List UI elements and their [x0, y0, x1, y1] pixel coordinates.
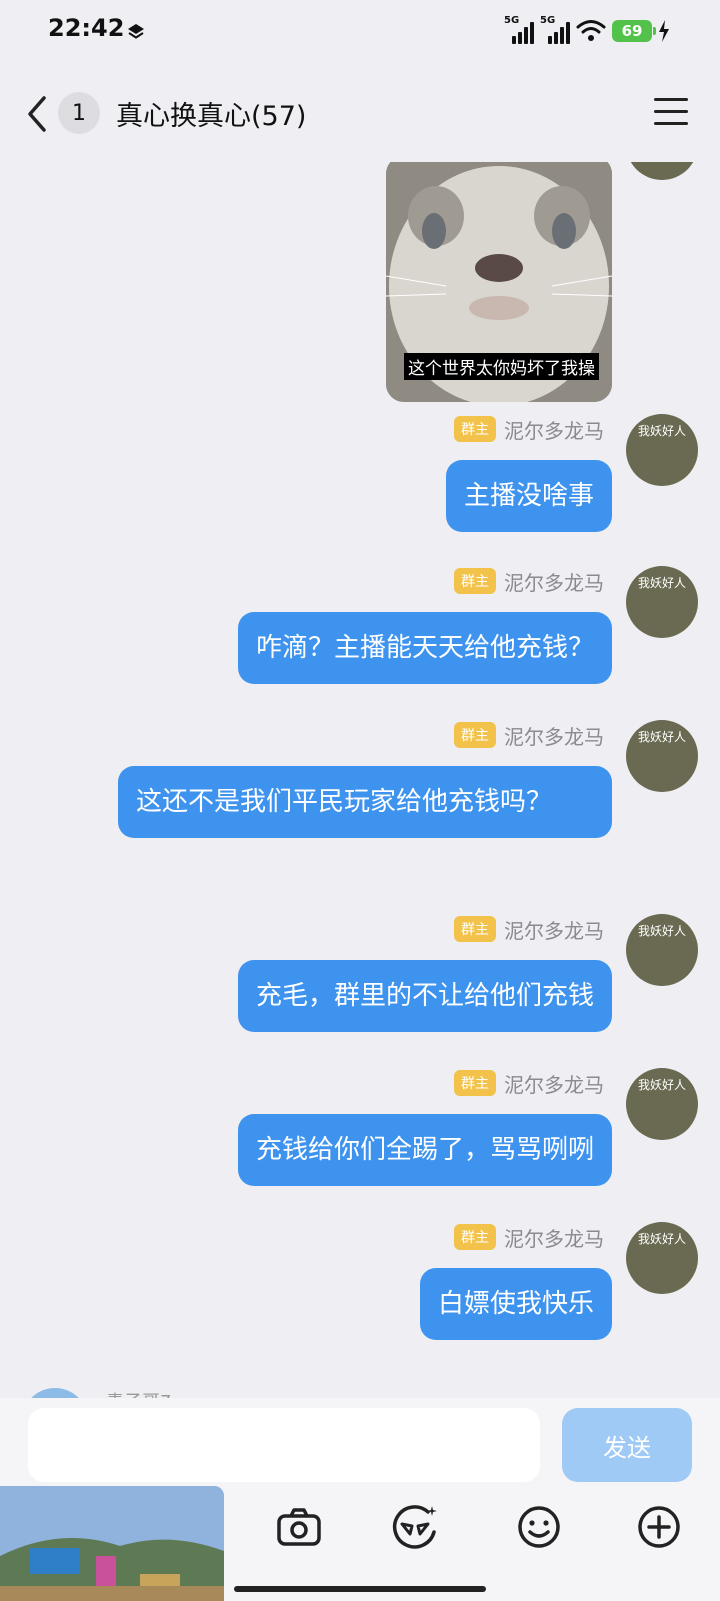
- group-owner-badge: 群主: [454, 1070, 496, 1096]
- emoji-icon[interactable]: [514, 1502, 564, 1552]
- message-bubble[interactable]: 这还不是我们平民玩家给他充钱吗？: [118, 766, 612, 838]
- sender-name[interactable]: 泥尔多龙马: [504, 1069, 604, 1098]
- sender-name[interactable]: 泥尔多龙马: [504, 915, 604, 944]
- avatar[interactable]: 我妖好人: [626, 914, 698, 986]
- message-bubble[interactable]: 充钱给你们全踢了，骂骂咧咧: [237, 1114, 612, 1186]
- sender-name[interactable]: 泥尔多龙马: [504, 567, 604, 596]
- chat-title: 真心换真心(57): [116, 101, 307, 132]
- back-arrow-icon[interactable]: [22, 92, 52, 136]
- message-bubble[interactable]: 充毛，群里的不让给他们充钱: [237, 960, 612, 1032]
- charging-icon: [659, 20, 669, 42]
- sticker-icon[interactable]: [390, 1502, 440, 1552]
- menu-icon[interactable]: [654, 98, 688, 128]
- recent-photo-thumbnail[interactable]: [0, 1486, 224, 1601]
- status-indicators: 5G 5G 69: [504, 15, 670, 46]
- network-label: 5G: [504, 15, 520, 26]
- sender-name[interactable]: 泥尔多龙马: [504, 1223, 604, 1252]
- sticker-image[interactable]: 这个世界太你妈坏了我操: [386, 162, 612, 402]
- message-bubble[interactable]: 主播没啥事: [445, 460, 612, 532]
- unread-count-badge[interactable]: 1: [58, 92, 100, 134]
- camera-icon[interactable]: [274, 1502, 324, 1552]
- signal-icon: 5G: [504, 15, 534, 44]
- chat-header: 1 真心换真心(57): [0, 64, 720, 162]
- send-button[interactable]: 发送: [562, 1408, 692, 1482]
- sender-row: 群主 泥尔多龙马: [454, 914, 604, 944]
- signal-icon: 5G: [540, 15, 570, 44]
- sender-name[interactable]: 泥尔多龙马: [504, 721, 604, 750]
- home-indicator[interactable]: [234, 1586, 486, 1592]
- message-bubble[interactable]: 白嫖使我快乐: [419, 1268, 612, 1340]
- avatar-text: 我妖好人: [638, 1078, 687, 1092]
- avatar[interactable]: [22, 1388, 88, 1398]
- wifi-icon: [576, 20, 606, 41]
- avatar[interactable]: 我妖好人: [626, 414, 698, 486]
- sender-name[interactable]: 泥尔多龙马: [504, 415, 604, 444]
- battery-icon: 69: [612, 20, 656, 42]
- group-owner-badge: 群主: [454, 722, 496, 748]
- group-owner-badge: 群主: [454, 568, 496, 594]
- status-time: 22:42: [48, 14, 125, 42]
- sender-name[interactable]: 青子哥7: [106, 1388, 171, 1398]
- network-label: 5G: [540, 15, 556, 26]
- sender-row: 群主 泥尔多龙马: [454, 1068, 604, 1098]
- avatar[interactable]: [626, 162, 698, 180]
- avatar-text: 我妖好人: [638, 1232, 687, 1246]
- avatar-text: 我妖好人: [638, 424, 687, 438]
- group-owner-badge: 群主: [454, 416, 496, 442]
- sender-row: 群主 泥尔多龙马: [454, 720, 604, 750]
- avatar-text: 我妖好人: [638, 924, 687, 938]
- status-bar: 22:42 5G 5G 69: [0, 0, 720, 64]
- photo-art: [0, 1486, 224, 1601]
- sender-row: 群主 泥尔多龙马: [454, 414, 604, 444]
- avatar-text: 我妖好人: [638, 730, 687, 744]
- avatar[interactable]: 我妖好人: [626, 566, 698, 638]
- layers-icon: [128, 24, 144, 39]
- avatar[interactable]: 我妖好人: [626, 720, 698, 792]
- avatar-text: 我妖好人: [638, 576, 687, 590]
- message-list[interactable]: 这个世界太你妈坏了我操 我妖好人 群主 泥尔多龙马 主播没啥事 我妖好人 群主 …: [0, 162, 720, 1398]
- sender-row: 群主 泥尔多龙马: [454, 566, 604, 596]
- avatar[interactable]: 我妖好人: [626, 1068, 698, 1140]
- group-owner-badge: 群主: [454, 1224, 496, 1250]
- avatar[interactable]: 我妖好人: [626, 1222, 698, 1294]
- message-bubble[interactable]: 咋滴？主播能天天给他充钱？: [237, 612, 612, 684]
- message-input[interactable]: [28, 1408, 540, 1482]
- plus-icon[interactable]: [634, 1502, 684, 1552]
- sticker-caption: 这个世界太你妈坏了我操: [404, 353, 599, 380]
- input-bar: 发送: [0, 1398, 720, 1601]
- group-owner-badge: 群主: [454, 916, 496, 942]
- sender-row: 群主 泥尔多龙马: [454, 1222, 604, 1252]
